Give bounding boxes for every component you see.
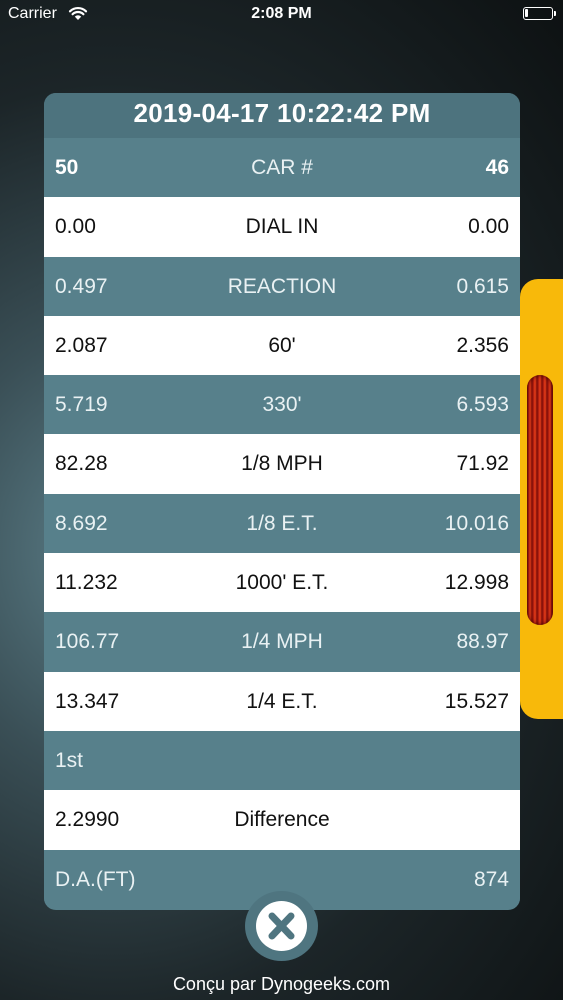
table-row: 11.232 1000' E.T. 12.998	[44, 553, 520, 613]
table-row: 0.00 DIAL IN 0.00	[44, 197, 520, 257]
lane-right-value: 0.615	[456, 274, 509, 298]
clock: 2:08 PM	[251, 5, 312, 22]
lane-right-value: 12.998	[444, 571, 509, 595]
side-drawer-handle[interactable]	[520, 279, 563, 719]
lane-left-value: 1st	[55, 748, 84, 772]
table-row: 13.347 1/4 E.T. 15.527	[44, 671, 520, 731]
table-row: 0.497 REACTION 0.615	[44, 256, 520, 316]
table-row: 50 CAR #46	[44, 138, 520, 198]
row-label: DIAL IN	[245, 215, 319, 239]
lane-right-value: 0.00	[468, 215, 509, 239]
lane-right-value: 88.97	[456, 630, 509, 654]
lane-left-value: D.A.(FT)	[55, 867, 136, 891]
lane-right-value: 71.92	[456, 452, 509, 476]
table-row: 5.719 330' 6.593	[44, 375, 520, 435]
row-label: REACTION	[227, 274, 337, 298]
footer-credit: Conçu par Dynogeeks.com	[172, 974, 391, 994]
lane-right-value: 2.356	[456, 333, 509, 357]
table-row: 2.2990 Difference	[44, 790, 520, 850]
row-label: 330'	[262, 393, 302, 417]
battery-icon	[523, 7, 556, 20]
row-label: Difference	[234, 808, 330, 832]
row-label: 1/8 MPH	[241, 452, 323, 476]
run-details-card: 2019-04-17 10:22:42 PM 50 CAR #46 0.00 DIAL…	[44, 93, 520, 910]
close-button[interactable]	[245, 891, 318, 961]
close-icon	[256, 901, 307, 951]
grip-icon	[527, 375, 553, 625]
run-timestamp: 2019-04-17 10:22:42 PM	[44, 93, 520, 138]
battery-level	[525, 9, 528, 17]
row-label: 1/4 MPH	[241, 630, 323, 654]
table-row: 2.087 60' 2.356	[44, 315, 520, 376]
lane-right-value: 10.016	[444, 511, 509, 535]
status-bar: Carrier 2:08 PM	[0, 0, 563, 30]
row-label: 60'	[268, 333, 296, 357]
lane-right-value: 46	[485, 156, 509, 179]
table-row: 1st	[44, 730, 520, 791]
row-label: CAR #	[251, 156, 313, 179]
run-data-table: 50 CAR #46 0.00 DIAL IN 0.00 0.497 REACTION 0.6…	[44, 138, 520, 909]
close-x-glyph	[268, 912, 295, 940]
lane-right-value: 15.527	[444, 689, 509, 713]
table-row: 82.28 1/8 MPH 71.92	[44, 434, 520, 494]
lane-right-value: 6.593	[456, 393, 509, 417]
table-row: 8.692 1/8 E.T. 10.016	[44, 493, 520, 554]
table-row: 106.77 1/4 MPH 88.97	[44, 612, 520, 672]
lane-right-value: 874	[473, 867, 509, 891]
